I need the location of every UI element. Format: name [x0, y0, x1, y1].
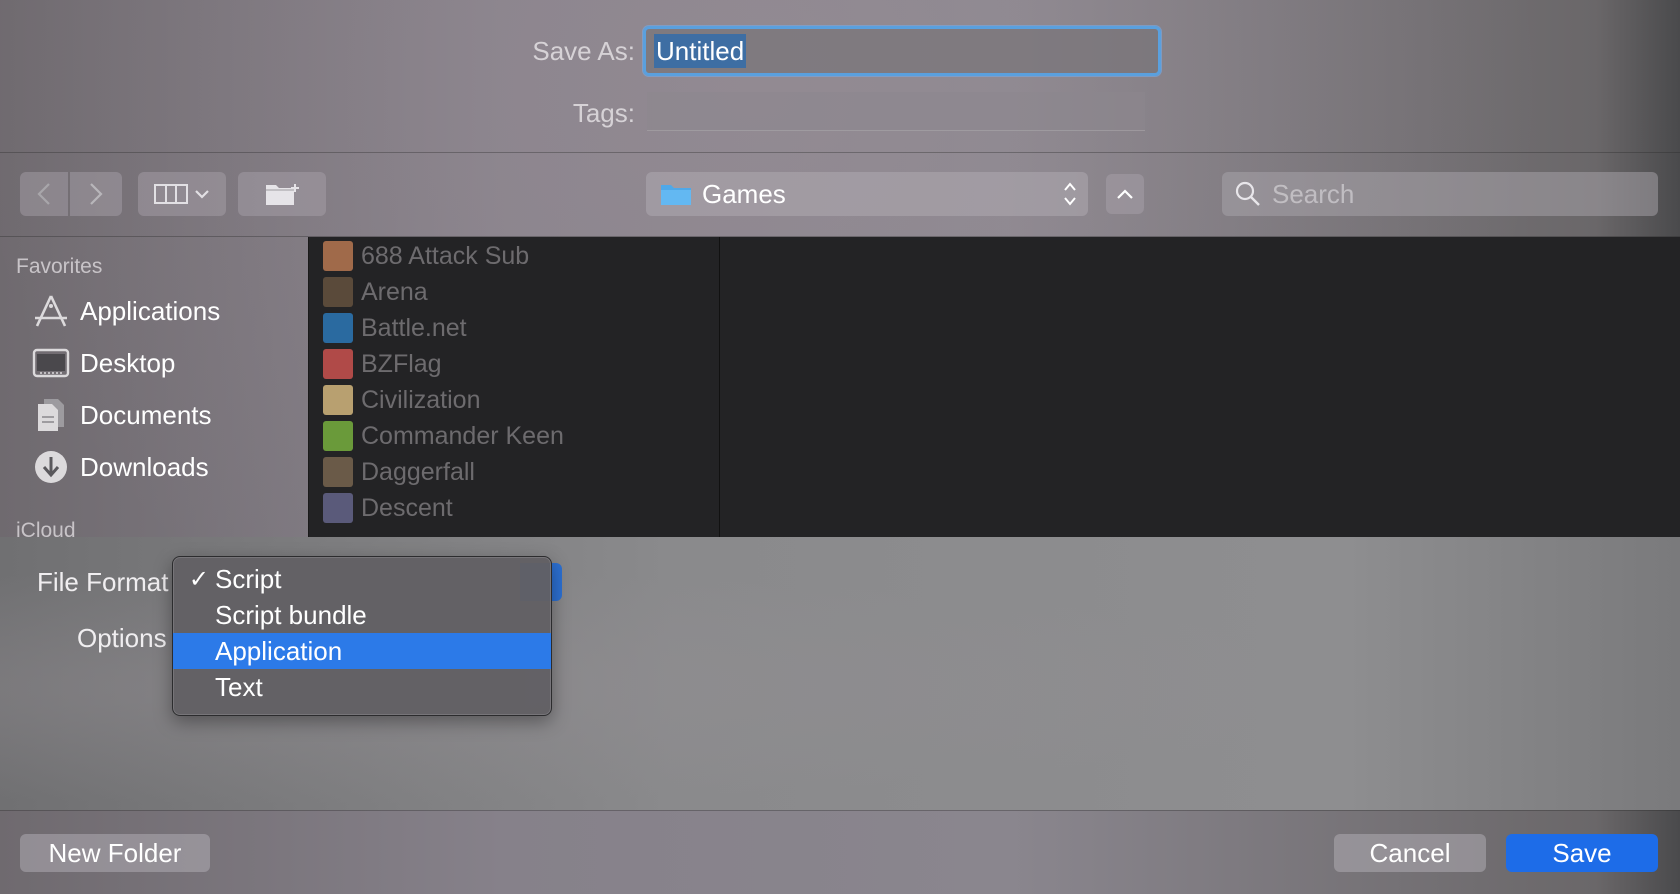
game-icon — [323, 349, 353, 379]
favorites-heading: Favorites — [16, 255, 103, 278]
chevron-right-icon — [90, 183, 103, 205]
forward-button[interactable] — [70, 172, 122, 216]
list-item[interactable]: Daggerfall — [323, 455, 475, 489]
menu-item-text[interactable]: Text — [173, 669, 551, 705]
game-icon — [323, 241, 353, 271]
search-icon — [1235, 181, 1260, 206]
folder-icon — [660, 182, 692, 206]
sidebar-item-label: Desktop — [80, 347, 176, 378]
save-button[interactable]: Save — [1506, 834, 1658, 872]
column-view-icon — [154, 184, 188, 204]
list-item[interactable]: 688 Attack Sub — [323, 239, 529, 273]
file-format-menu: ✓ Script Script bundle Application Text — [172, 556, 552, 716]
file-name: BZFlag — [361, 349, 442, 378]
list-item[interactable]: Civilization — [323, 383, 480, 417]
file-name: Arena — [361, 277, 428, 306]
game-icon — [323, 493, 353, 523]
downloads-icon — [35, 451, 67, 483]
sidebar-item-label: Downloads — [80, 451, 209, 482]
tags-label: Tags: — [572, 98, 635, 128]
file-name: Daggerfall — [361, 457, 475, 486]
location-label: Games — [702, 178, 786, 209]
cancel-button[interactable]: Cancel — [1334, 834, 1486, 872]
file-name: Commander Keen — [361, 421, 564, 450]
desktop-icon — [32, 348, 70, 378]
sidebar-item-label: Applications — [80, 295, 221, 326]
new-folder-button[interactable]: New Folder — [20, 834, 210, 872]
menu-item-application[interactable]: Application — [173, 633, 551, 669]
file-list: 688 Attack Sub Arena Battle.net BZFlag C… — [308, 237, 721, 537]
file-name: Civilization — [361, 385, 481, 414]
empty-column — [720, 237, 1680, 537]
file-name: 688 Attack Sub — [361, 241, 530, 270]
save-as-label: Save As: — [532, 36, 635, 66]
up-down-chevron-icon — [1064, 182, 1076, 206]
file-name: Battle.net — [361, 313, 467, 342]
game-icon — [323, 385, 353, 415]
header-divider — [0, 152, 1680, 153]
sidebar: Favorites Applications Desktop Documents… — [0, 237, 308, 537]
footer-divider — [0, 810, 1680, 811]
list-item[interactable]: Descent — [323, 491, 453, 525]
sidebar-item-downloads[interactable]: Downloads — [32, 447, 209, 487]
documents-icon — [38, 399, 64, 431]
menu-item-label: Script bundle — [215, 599, 367, 630]
chevron-down-icon — [195, 190, 209, 199]
location-popup[interactable]: Games — [646, 172, 1088, 216]
game-icon — [323, 457, 353, 487]
applications-icon — [35, 295, 67, 327]
save-dialog: Save As: Untitled Tags: Games Search Fav… — [0, 0, 1680, 894]
sidebar-item-applications[interactable]: Applications — [32, 291, 220, 331]
tags-input[interactable] — [647, 92, 1145, 131]
file-name: Descent — [361, 493, 453, 522]
options-label: Options — [77, 623, 167, 653]
chevron-left-icon — [37, 183, 50, 205]
save-as-value: Untitled — [654, 34, 747, 68]
new-folder-icon — [266, 184, 299, 205]
list-item[interactable]: BZFlag — [323, 347, 442, 381]
game-icon — [323, 277, 353, 307]
expand-collapse-button[interactable] — [1106, 174, 1144, 214]
file-format-label: File Format — [37, 567, 169, 597]
sidebar-item-label: Documents — [80, 399, 212, 430]
menu-item-script[interactable]: ✓ Script — [173, 561, 551, 597]
list-item[interactable]: Arena — [323, 275, 428, 309]
search-field[interactable]: Search — [1222, 172, 1658, 216]
menu-item-label: Script — [215, 563, 282, 594]
game-icon — [323, 313, 353, 343]
icloud-heading: iCloud — [16, 519, 76, 537]
menu-item-script-bundle[interactable]: Script bundle — [173, 597, 551, 633]
menu-item-label: Text — [215, 671, 263, 702]
sidebar-item-documents[interactable]: Documents — [32, 395, 212, 435]
checkmark-icon: ✓ — [188, 565, 209, 593]
list-item[interactable]: Commander Keen — [323, 419, 564, 453]
list-item[interactable]: Battle.net — [323, 311, 467, 345]
save-as-row: Save As: Untitled — [0, 26, 1680, 76]
back-button[interactable] — [20, 172, 68, 216]
search-placeholder: Search — [1272, 178, 1355, 209]
menu-item-label: Application — [215, 635, 343, 666]
sidebar-item-desktop[interactable]: Desktop — [32, 343, 175, 383]
save-as-input[interactable]: Untitled — [643, 26, 1161, 76]
new-folder-toolbar-button[interactable] — [238, 172, 326, 216]
view-mode-button[interactable] — [138, 172, 226, 216]
chevron-up-icon — [1117, 189, 1133, 199]
game-icon — [323, 421, 353, 451]
